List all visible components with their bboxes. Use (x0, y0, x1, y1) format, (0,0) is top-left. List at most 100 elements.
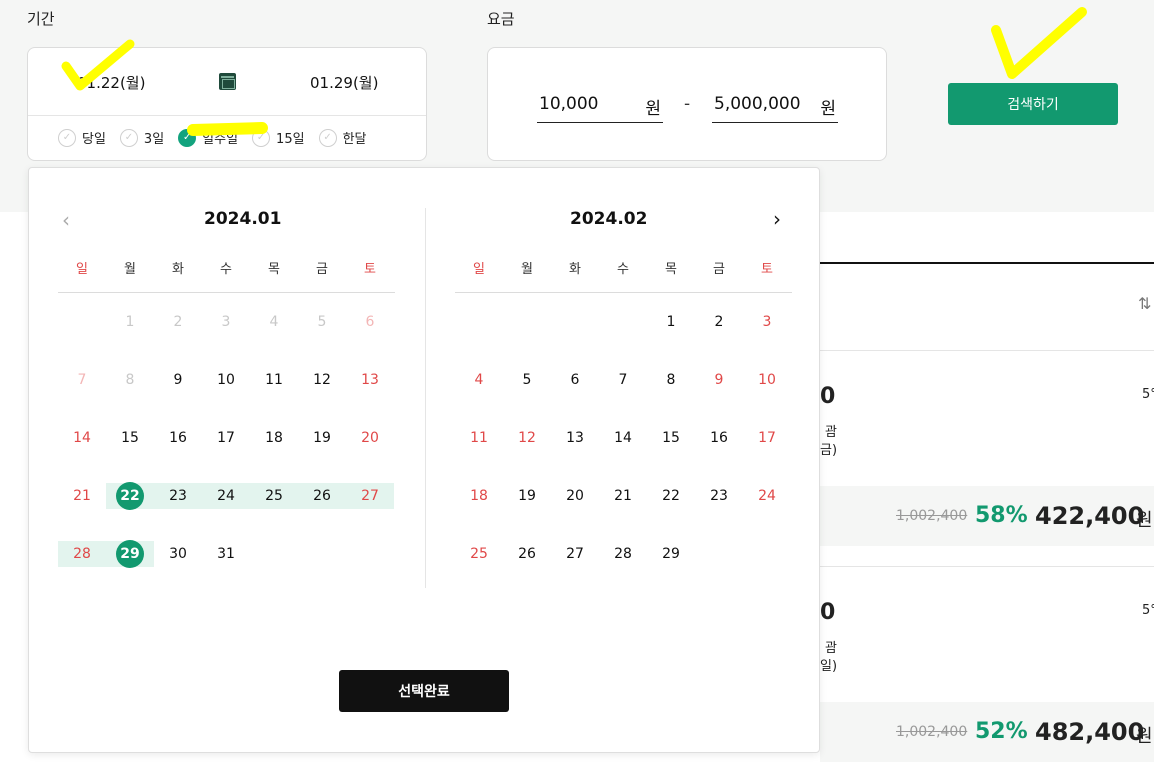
calendar-day[interactable]: 31 (202, 541, 250, 567)
weekday-label: 수 (617, 262, 629, 277)
calendar-day[interactable]: 23 (695, 483, 743, 509)
calendar-day[interactable]: 2 (695, 309, 743, 335)
calendar-day[interactable]: 13 (551, 425, 599, 451)
prev-month-icon[interactable]: ‹ (62, 208, 70, 232)
calendar-day[interactable]: 8 (647, 367, 695, 393)
quick-option[interactable]: ✓ 한달 (318, 128, 367, 147)
calendar-day[interactable]: 12 (298, 367, 346, 393)
calendar-day: 5 (317, 314, 327, 330)
result-text-fragment: 괌 (825, 425, 837, 440)
calendar-day: 8 (125, 372, 135, 388)
calendar-day[interactable]: 11 (250, 367, 298, 393)
month-title-left: 2024.01 (204, 209, 282, 229)
max-price-value: 5,000,000 (714, 94, 801, 114)
weekday-label: 월 (521, 262, 533, 277)
confirm-button[interactable]: 선택완료 (339, 670, 509, 712)
calendar-day[interactable]: 20 (346, 425, 394, 451)
calendar-day[interactable]: 26 (298, 483, 346, 509)
min-price-value: 10,000 (539, 94, 599, 114)
calendar-day[interactable]: 28 (58, 541, 106, 567)
calendar-day[interactable]: 21 (58, 483, 106, 509)
quick-option-label: 15일 (276, 132, 305, 147)
month-title-right: 2024.02 (570, 209, 648, 229)
calendar-day[interactable]: 11 (455, 425, 503, 451)
calendar-day[interactable]: 16 (154, 425, 202, 451)
calendar-day[interactable]: 17 (202, 425, 250, 451)
calendar-day[interactable]: 19 (503, 483, 551, 509)
calendar-icon[interactable] (219, 73, 236, 90)
calendar-day[interactable]: 22 (106, 483, 154, 509)
calendar-day[interactable]: 29 (647, 541, 695, 567)
calendar-day[interactable]: 13 (346, 367, 394, 393)
weekday-label: 일 (76, 262, 88, 277)
month-divider (425, 208, 426, 588)
calendar-day[interactable]: 26 (503, 541, 551, 567)
check-icon: ✓ (318, 128, 337, 147)
calendar-day[interactable]: 27 (346, 483, 394, 509)
quick-option-label: 한달 (342, 132, 367, 147)
results-divider (820, 566, 1154, 567)
calendar-day[interactable]: 30 (154, 541, 202, 567)
quick-option[interactable]: ✓ 3일 (119, 128, 165, 147)
sort-arrows-icon[interactable]: ⇅ (1138, 294, 1151, 313)
calendar-day[interactable]: 9 (154, 367, 202, 393)
result-text-fragment: 금) (820, 443, 838, 458)
min-price-input[interactable]: 10,000 원 (537, 92, 663, 123)
calendar-day[interactable]: 28 (599, 541, 647, 567)
check-icon: ✓ (58, 128, 76, 147)
calendar-day[interactable]: 6 (551, 367, 599, 393)
calendar-day[interactable]: 15 (647, 425, 695, 451)
calendar-day[interactable]: 10 (202, 367, 250, 393)
result-price-fragment: 0 (820, 384, 836, 409)
next-month-icon[interactable]: › (773, 207, 781, 231)
original-price: 1,002,400 (896, 724, 968, 740)
weekday-label: 월 (124, 262, 136, 277)
max-price-input[interactable]: 5,000,000 원 (712, 92, 838, 123)
calendar-day[interactable]: 18 (250, 425, 298, 451)
calendar-day[interactable]: 23 (154, 483, 202, 509)
calendar-day[interactable]: 3 (743, 309, 791, 335)
calendar-day[interactable]: 1 (647, 309, 695, 335)
calendar-day[interactable]: 24 (202, 483, 250, 509)
calendar-day[interactable]: 24 (743, 483, 791, 509)
price-label: 요금 (487, 10, 515, 28)
currency-label: 원 (1136, 510, 1153, 531)
calendar-day[interactable]: 27 (551, 541, 599, 567)
calendar-day[interactable]: 10 (743, 367, 791, 393)
quick-option[interactable]: ✓ 일주일 (178, 128, 238, 147)
search-button[interactable]: 검색하기 (948, 83, 1118, 125)
quick-option[interactable]: ✓ 15일 (252, 128, 305, 147)
original-price: 1,002,400 (896, 508, 968, 524)
calendar-day[interactable]: 16 (695, 425, 743, 451)
calendar-day[interactable]: 5 (503, 367, 551, 393)
weekday-label: 목 (268, 262, 280, 277)
date-picker-popup: ‹ 2024.01 2024.02 › 선택완료 일월화수목금토12345678… (28, 167, 820, 753)
calendar-day[interactable]: 20 (551, 483, 599, 509)
calendar-day[interactable]: 25 (250, 483, 298, 509)
calendar-day[interactable]: 14 (599, 425, 647, 451)
check-icon: ✓ (119, 128, 138, 147)
check-icon: ✓ (252, 128, 271, 147)
calendar-day[interactable]: 22 (647, 483, 695, 509)
calendar-day[interactable]: 21 (599, 483, 647, 509)
calendar-day[interactable]: 19 (298, 425, 346, 451)
calendar-day[interactable]: 29 (106, 541, 154, 567)
weekday-label: 토 (364, 262, 376, 277)
min-price-unit: 원 (645, 99, 661, 119)
final-price: 482,400 (1035, 718, 1145, 746)
calendar-day[interactable]: 14 (58, 425, 106, 451)
calendar-day[interactable]: 17 (743, 425, 791, 451)
calendar-day[interactable]: 12 (503, 425, 551, 451)
quick-option-label: 3일 (143, 132, 165, 147)
calendar-day[interactable]: 4 (455, 367, 503, 393)
calendar-day[interactable]: 18 (455, 483, 503, 509)
quick-range-options: ✓ 당일 ✓ 3일 ✓ 일주일 ✓ 15일 ✓ 한달 (58, 128, 380, 147)
calendar-day[interactable]: 15 (106, 425, 154, 451)
start-date[interactable]: 01.22(월) (77, 72, 145, 93)
check-icon: ✓ (178, 128, 197, 147)
calendar-day[interactable]: 7 (599, 367, 647, 393)
calendar-day[interactable]: 9 (695, 367, 743, 393)
calendar-day[interactable]: 25 (455, 541, 503, 567)
quick-option[interactable]: ✓ 당일 (58, 128, 106, 147)
end-date[interactable]: 01.29(월) (310, 72, 378, 93)
